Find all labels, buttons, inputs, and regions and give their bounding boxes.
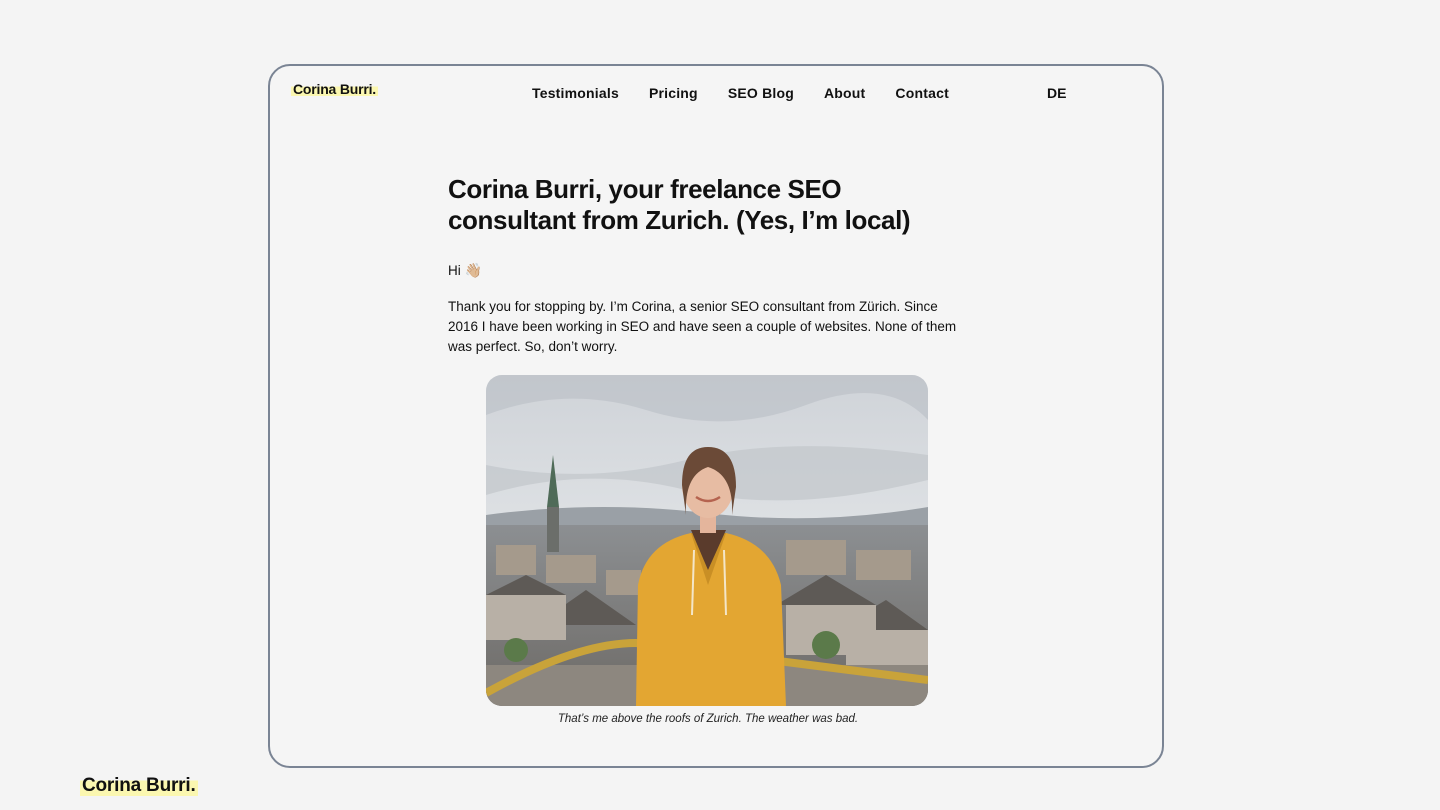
greeting-text: Hi bbox=[448, 263, 461, 278]
site-logo[interactable]: Corina Burri. bbox=[291, 81, 378, 97]
main-nav: Testimonials Pricing SEO Blog About Cont… bbox=[532, 85, 979, 101]
waving-hand-icon: 👋🏼 bbox=[464, 262, 483, 278]
photo-caption: That’s me above the roofs of Zurich. The… bbox=[557, 713, 859, 725]
nav-item-about[interactable]: About bbox=[824, 85, 865, 101]
portrait-photo bbox=[486, 375, 928, 706]
language-switch[interactable]: DE bbox=[1047, 85, 1066, 101]
footer-logo[interactable]: Corina Burri. bbox=[80, 775, 198, 797]
intro-paragraph: Thank you for stopping by. I’m Corina, a… bbox=[448, 299, 957, 354]
page-title: Corina Burri, your freelance SEO consult… bbox=[448, 174, 911, 235]
hero-content: Corina Burri, your freelance SEO consult… bbox=[448, 174, 968, 371]
greeting: Hi 👋🏼 bbox=[448, 262, 968, 279]
nav-item-testimonials[interactable]: Testimonials bbox=[532, 85, 619, 101]
nav-item-seo-blog[interactable]: SEO Blog bbox=[728, 85, 794, 101]
page-frame: Corina Burri. Testimonials Pricing SEO B… bbox=[268, 64, 1164, 768]
nav-item-pricing[interactable]: Pricing bbox=[649, 85, 698, 101]
nav-item-contact[interactable]: Contact bbox=[895, 85, 949, 101]
